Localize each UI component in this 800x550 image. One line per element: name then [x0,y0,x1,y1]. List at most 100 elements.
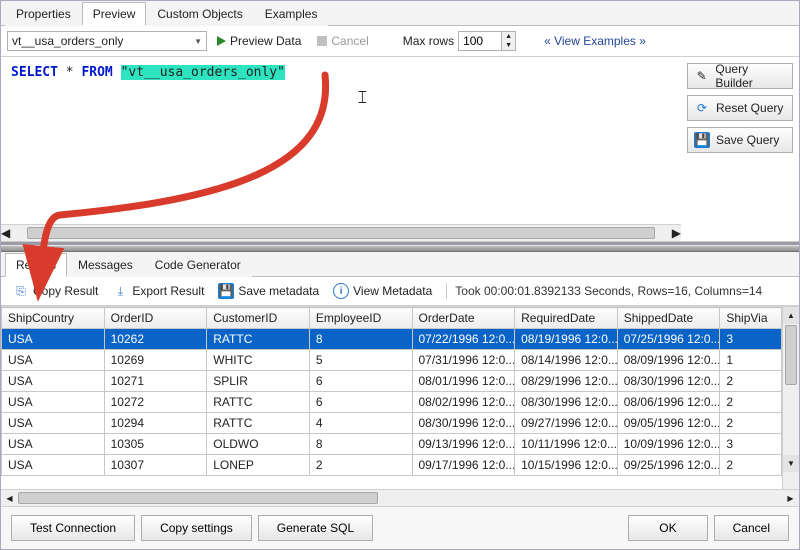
table-row[interactable]: USA10305OLDWO809/13/1996 12:0...10/11/19… [2,434,782,455]
copy-settings-button[interactable]: Copy settings [141,515,252,541]
table-cell[interactable]: WHITC [207,350,310,371]
view-examples-link[interactable]: « View Examples » [538,34,652,48]
table-row[interactable]: USA10271SPLIR608/01/1996 12:0...08/29/19… [2,371,782,392]
generate-sql-button[interactable]: Generate SQL [258,515,373,541]
table-cell[interactable]: OLDWO [207,434,310,455]
table-cell[interactable]: USA [2,455,105,476]
table-cell[interactable]: 8 [309,434,412,455]
col-header[interactable]: OrderID [104,308,207,329]
table-cell[interactable]: 08/01/1996 12:0... [412,371,515,392]
table-row[interactable]: USA10269WHITC507/31/1996 12:0...08/14/19… [2,350,782,371]
scroll-left-icon[interactable]: ◀ [1,226,10,240]
table-cell[interactable]: USA [2,392,105,413]
table-cell[interactable]: 3 [720,329,782,350]
table-cell[interactable]: RATTC [207,392,310,413]
sql-editor[interactable]: SELECT * FROM "vt__usa_orders_only" 𝙸 [1,57,681,224]
table-cell[interactable]: LONEP [207,455,310,476]
table-cell[interactable]: 09/25/1996 12:0... [617,455,720,476]
table-cell[interactable]: 10272 [104,392,207,413]
table-cell[interactable]: 3 [720,434,782,455]
table-cell[interactable]: 10/09/1996 12:0... [617,434,720,455]
table-row[interactable]: USA10262RATTC807/22/1996 12:0...08/19/19… [2,329,782,350]
tab-results[interactable]: Results [5,253,67,277]
ok-button[interactable]: OK [628,515,707,541]
table-cell[interactable]: 4 [309,413,412,434]
table-cell[interactable]: 2 [720,371,782,392]
col-header[interactable]: EmployeeID [309,308,412,329]
table-cell[interactable]: 6 [309,392,412,413]
cancel-button[interactable]: Cancel [714,515,789,541]
col-header[interactable]: CustomerID [207,308,310,329]
table-cell[interactable]: 1 [720,350,782,371]
table-cell[interactable]: 08/30/1996 12:0... [412,413,515,434]
table-cell[interactable]: 08/14/1996 12:0... [515,350,618,371]
table-row[interactable]: USA10307LONEP 2 09/17/1996 12:0...10/15/19… [2,455,782,476]
horizontal-splitter-2[interactable] [1,245,799,252]
spinner-down-icon[interactable]: ▼ [502,41,515,50]
table-cell[interactable]: 10262 [104,329,207,350]
table-cell[interactable]: 10307 [104,455,207,476]
table-cell[interactable]: 07/25/1996 12:0... [617,329,720,350]
table-cell[interactable]: 09/13/1996 12:0... [412,434,515,455]
table-cell[interactable]: 09/17/1996 12:0... [412,455,515,476]
view-metadata-button[interactable]: iView Metadata [327,280,438,302]
table-cell[interactable]: USA [2,329,105,350]
table-cell[interactable]: USA [2,434,105,455]
tab-preview[interactable]: Preview [82,2,147,26]
editor-hscrollbar[interactable]: ◀ ▶ [1,224,681,241]
table-cell[interactable]: 2 [720,392,782,413]
table-cell[interactable]: 6 [309,371,412,392]
table-cell[interactable]: 10271 [104,371,207,392]
scroll-right-icon[interactable]: ▶ [672,226,681,240]
max-rows-spinner[interactable]: ▲▼ [458,31,516,51]
save-metadata-button[interactable]: 💾Save metadata [212,280,325,302]
scroll-left-icon[interactable]: ◀ [1,494,18,503]
table-cell[interactable]: 07/22/1996 12:0... [412,329,515,350]
table-cell[interactable]: USA [2,350,105,371]
table-cell[interactable]: 5 [309,350,412,371]
table-cell[interactable]: RATTC [207,329,310,350]
test-connection-button[interactable]: Test Connection [11,515,135,541]
copy-result-button[interactable]: ⎘Copy Result [7,280,104,302]
col-header[interactable]: ShippedDate [617,308,720,329]
table-cell[interactable]: 09/05/1996 12:0... [617,413,720,434]
table-cell[interactable]: USA [2,413,105,434]
scroll-up-icon[interactable]: ▲ [783,307,799,324]
table-cell[interactable]: 10294 [104,413,207,434]
grid-vscrollbar[interactable]: ▲ ▼ [782,307,799,489]
query-builder-button[interactable]: ✎Query Builder [687,63,793,89]
table-cell[interactable]: 10/15/1996 12:0... [515,455,618,476]
max-rows-input[interactable] [459,32,501,50]
table-cell[interactable]: 08/30/1996 12:0... [617,371,720,392]
table-cell[interactable]: 08/19/1996 12:0... [515,329,618,350]
spinner-up-icon[interactable]: ▲ [502,32,515,41]
preview-data-button[interactable]: Preview Data [211,30,307,52]
tab-custom-objects[interactable]: Custom Objects [146,2,253,26]
col-header[interactable]: OrderDate [412,308,515,329]
save-query-button[interactable]: 💾Save Query [687,127,793,153]
tab-messages[interactable]: Messages [67,253,144,277]
table-row[interactable]: USA10294RATTC408/30/1996 12:0...09/27/19… [2,413,782,434]
tab-code-generator[interactable]: Code Generator [144,253,252,277]
col-header[interactable]: ShipVia [720,308,782,329]
table-cell[interactable]: 08/09/1996 12:0... [617,350,720,371]
tab-properties[interactable]: Properties [5,2,82,26]
table-cell[interactable]: USA [2,371,105,392]
table-cell[interactable]: 8 [309,329,412,350]
table-cell[interactable]: 2 [720,413,782,434]
tab-examples[interactable]: Examples [254,2,329,26]
table-cell[interactable]: 10305 [104,434,207,455]
table-cell[interactable]: 2 [720,455,782,476]
table-cell[interactable]: 08/02/1996 12:0... [412,392,515,413]
col-header[interactable]: RequiredDate [515,308,618,329]
scroll-right-icon[interactable]: ▶ [782,494,799,503]
table-cell[interactable]: 08/06/1996 12:0... [617,392,720,413]
table-row[interactable]: USA10272RATTC608/02/1996 12:0...08/30/19… [2,392,782,413]
results-grid[interactable]: ShipCountryOrderIDCustomerIDEmployeeIDOr… [1,307,782,476]
table-cell[interactable]: 09/27/1996 12:0... [515,413,618,434]
cancel-preview-button[interactable]: Cancel [311,30,374,52]
table-cell[interactable]: 08/30/1996 12:0... [515,392,618,413]
grid-hscrollbar[interactable]: ◀ ▶ [1,489,799,506]
table-cell[interactable]: SPLIR [207,371,310,392]
table-cell[interactable]: 08/29/1996 12:0... [515,371,618,392]
